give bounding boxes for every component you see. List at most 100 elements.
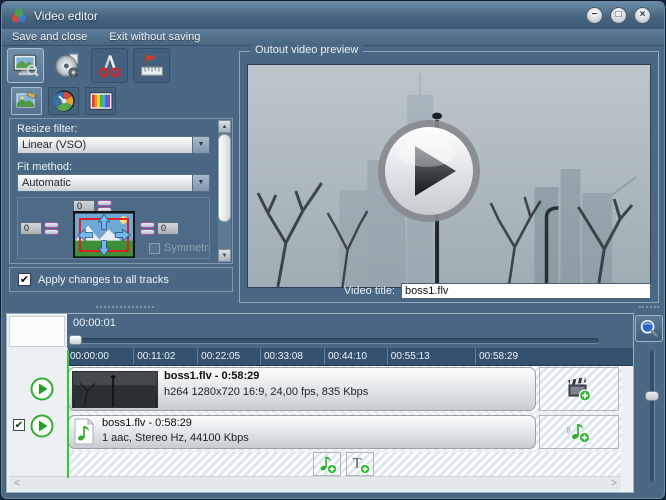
video-clip[interactable]: boss1.flv - 0:58:29 h264 1280x720 16:9, … [68, 367, 536, 411]
video-preview[interactable] [247, 64, 651, 288]
seek-slider-thumb[interactable] [69, 335, 82, 345]
add-audio-icon [316, 453, 338, 475]
apply-changes-checkbox[interactable]: ✔ [18, 273, 31, 286]
fit-method-label: Fit method: [17, 161, 72, 173]
seek-slider[interactable] [71, 338, 599, 343]
window-frame: Video editor − □ × Save and close Exit w… [0, 0, 666, 500]
video-clip-title: boss1.flv - 0:58:29 [164, 370, 259, 382]
output-settings-button[interactable] [7, 48, 44, 83]
play-video-track-button[interactable] [30, 377, 54, 401]
play-audio-track-button[interactable] [30, 414, 54, 438]
maximize-button[interactable]: □ [610, 7, 627, 24]
resize-filter-value: Linear (VSO) [22, 139, 86, 151]
tab-speed[interactable] [48, 87, 79, 115]
audio-clip-info: 1 aac, Stereo Hz, 44100 Kbps [102, 432, 249, 444]
settings-scrollbar[interactable]: ▲ ▼ [217, 120, 231, 262]
ruler-tick: 00:22:05 [197, 348, 240, 365]
monitor-icon [12, 53, 40, 79]
gauge-icon [52, 89, 76, 113]
video-editor-window: Video editor − □ × Save and close Exit w… [0, 0, 666, 500]
tab-colors[interactable] [85, 87, 116, 115]
add-audio-effect-icon [567, 420, 591, 444]
crop-left-spinner: 0 [20, 222, 59, 235]
audio-track-row: boss1.flv - 0:58:29 1 aac, Stereo Hz, 44… [67, 414, 621, 450]
video-effect-cell[interactable] [539, 367, 619, 411]
video-title-input[interactable] [401, 283, 651, 299]
splitter-grip[interactable] [96, 306, 154, 311]
ruler-tick: 00:44:10 [324, 348, 367, 365]
video-track-row: boss1.flv - 0:58:29 h264 1280x720 16:9, … [67, 366, 621, 412]
apply-changes-row: ✔ Apply changes to all tracks [9, 267, 233, 292]
crop-right-value[interactable]: 0 [157, 222, 179, 235]
resize-filter-label: Resize filter: [17, 123, 78, 135]
close-button[interactable]: × [634, 7, 651, 24]
crop-left-up-button[interactable] [44, 222, 59, 228]
ruler-tick: 00:55:13 [387, 348, 430, 365]
disc-icon [54, 52, 82, 80]
timeline-hscroll[interactable]: < > [9, 476, 621, 490]
timeline-zoom-slider[interactable] [650, 350, 655, 482]
fit-method-value: Automatic [22, 177, 71, 189]
fit-method-select[interactable]: Automatic ▼ [17, 174, 210, 192]
ruler-tick: 00:11:02 [133, 348, 175, 365]
timeline-corner-box [9, 316, 65, 347]
chevron-down-icon[interactable]: ▼ [192, 137, 209, 153]
zoom-timeline-button[interactable] [635, 315, 663, 342]
audio-note-icon [72, 418, 96, 446]
app-icon [11, 8, 27, 24]
video-clip-thumbnail [72, 371, 158, 408]
audio-clip-title: boss1.flv - 0:58:29 [102, 417, 192, 429]
crop-panel: 0 0 0 0 [17, 197, 210, 259]
add-audio-track-button[interactable] [313, 452, 341, 476]
playhead-line[interactable] [67, 350, 69, 478]
scroll-down-button[interactable]: ▼ [218, 249, 231, 262]
window-title: Video editor [34, 9, 98, 23]
scrollbar-thumb[interactable] [218, 134, 231, 222]
move-arrows-icon [75, 213, 133, 257]
scroll-left-arrow[interactable]: < [14, 478, 20, 489]
ruler-tick: 00:58:29 [475, 348, 518, 365]
markers-button[interactable] [133, 48, 170, 83]
crop-top-up-button[interactable] [97, 200, 112, 206]
magnifier-icon [638, 318, 660, 340]
cut-button[interactable] [91, 48, 128, 83]
menu-exit-without-saving[interactable]: Exit without saving [109, 31, 200, 43]
tab-image-settings[interactable] [11, 87, 42, 115]
foggy-scene-mini [73, 372, 157, 407]
audio-track-checkbox[interactable]: ✔ [13, 419, 25, 431]
crop-right-down-button[interactable] [140, 229, 155, 235]
add-video-effect-icon [566, 376, 592, 402]
timeline-ruler[interactable]: 00:00:00 00:11:02 00:22:05 00:33:08 00:44:10… [67, 348, 633, 366]
audio-clip[interactable]: boss1.flv - 0:58:29 1 aac, Stereo Hz, 44… [68, 415, 536, 449]
resize-filter-select[interactable]: Linear (VSO) ▼ [17, 136, 210, 154]
toolbar [7, 48, 170, 83]
empty-track-row: T [67, 452, 621, 476]
add-text-track-button[interactable]: T [346, 452, 374, 476]
play-button[interactable] [374, 116, 484, 226]
symmetric-checkbox[interactable] [149, 243, 160, 254]
scroll-right-arrow[interactable]: > [611, 478, 617, 489]
symmetric-label: Symmetric [164, 242, 210, 254]
splitter-grip[interactable] [639, 306, 659, 311]
scroll-up-button[interactable]: ▲ [218, 120, 231, 133]
minimize-button[interactable]: − [586, 7, 603, 24]
burn-disc-button[interactable] [49, 48, 86, 83]
crop-left-down-button[interactable] [44, 229, 59, 235]
add-text-icon: T [349, 453, 371, 475]
title-bar[interactable]: Video editor − □ × [2, 2, 664, 29]
current-time: 00:00:01 [73, 317, 116, 329]
ruler-tick: 00:00:00 [67, 348, 109, 365]
timeline-zoom-thumb[interactable] [645, 391, 659, 401]
crop-left-value[interactable]: 0 [20, 222, 42, 235]
apply-changes-label: Apply changes to all tracks [38, 274, 169, 286]
menu-save-and-close[interactable]: Save and close [12, 31, 87, 43]
preview-group-label: Outout video preview [250, 44, 363, 56]
ruler-tick: 00:33:08 [260, 348, 303, 365]
crop-preview-image[interactable] [73, 211, 135, 259]
chevron-down-icon[interactable]: ▼ [192, 175, 209, 191]
video-title-label: Video title: [344, 285, 395, 297]
left-panel-tabs [11, 87, 116, 115]
crop-right-spinner: 0 [140, 222, 179, 235]
crop-right-up-button[interactable] [140, 222, 155, 228]
audio-effect-cell[interactable] [539, 415, 619, 449]
